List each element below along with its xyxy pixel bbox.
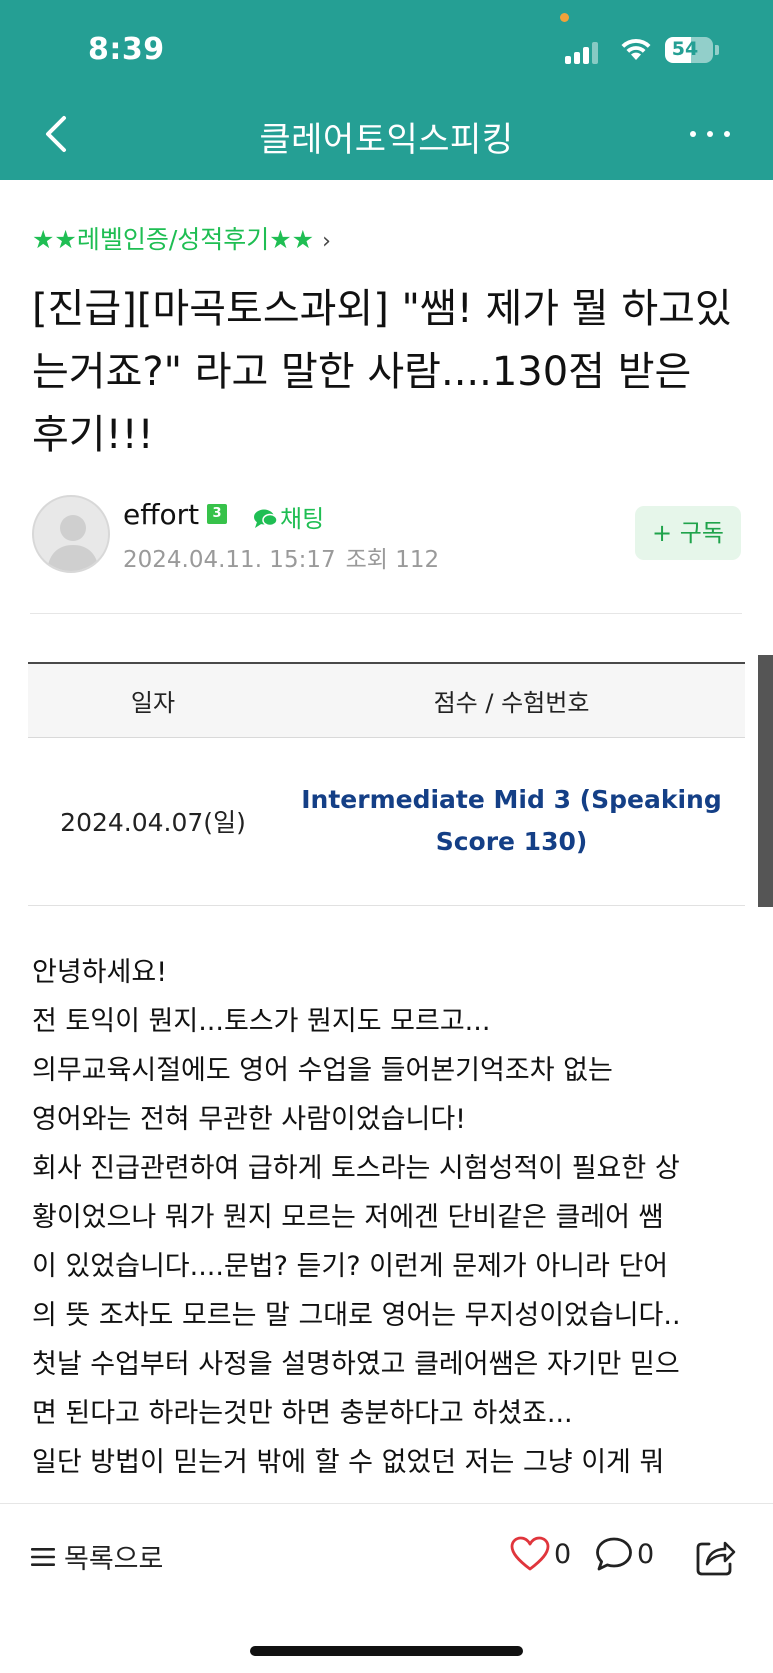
heart-icon [510,1536,550,1571]
privacy-indicator-dot [560,13,569,22]
back-to-list-label: 목록으로 [64,1544,164,1575]
column-header-date: 일자 [28,662,278,738]
body-line: 황이었으나 뭐가 뭔지 모르는 저에겐 단비같은 클레어 쌤 [32,1202,664,1233]
share-icon[interactable] [693,1534,737,1578]
more-options-button[interactable] [690,128,734,142]
board-category-label: ★★레벨인증/성적후기★★ [32,225,315,254]
body-line: 회사 진급관련하여 급하게 토스라는 시험성적이 필요한 상 [32,1153,680,1184]
post-body: 안녕하세요! 전 토익이 뭔지...토스가 뭔지도 모르고... 의무교육시절에… [32,948,744,1487]
like-count: 0 [554,1538,572,1570]
body-line: 전 토익이 뭔지...토스가 뭔지도 모르고... [32,1006,491,1037]
chat-label: 채팅 [280,505,325,533]
battery-level: 54 [671,38,699,60]
table-header-row: 일자 점수 / 수험번호 [28,662,745,738]
score-cell: Intermediate Mid 3 (Speaking Score 130) [278,737,745,906]
body-line: 의 뜻 조차도 모르는 말 그대로 영어는 무지성이었습니다.. [32,1300,681,1331]
chevron-right-icon: › [322,229,331,254]
board-category-link[interactable]: ★★레벨인증/성적후기★★ › [32,220,331,256]
score-table: 일자 점수 / 수험번호 2024.04.07(일) Intermediate … [28,662,745,906]
body-line: 영어와는 전혀 무관한 사람이었습니다! [32,1104,467,1135]
home-indicator[interactable] [250,1646,523,1656]
wifi-icon [621,38,651,60]
back-button[interactable] [38,112,74,156]
author-name[interactable]: effort [123,498,199,531]
body-line: 일단 방법이 믿는거 밖에 할 수 없었던 저는 그냥 이게 뭐 [32,1447,665,1478]
like-button[interactable]: 0 [510,1536,571,1572]
column-header-score: 점수 / 수험번호 [278,662,745,738]
post-datetime: 2024.04.11. 15:17 [123,547,336,573]
post-meta: 2024.04.11. 15:17 조회 112 [123,540,439,574]
status-time: 8:39 [88,32,165,67]
chat-button[interactable]: 채팅 [252,499,324,534]
subscribe-button[interactable]: + 구독 [635,506,741,560]
back-to-list-button[interactable]: 목록으로 [30,1537,163,1577]
bottom-toolbar: 목록으로 0 0 [0,1503,773,1673]
divider [30,613,742,614]
body-line: 이 있었습니다....문법? 듣기? 이런게 문제가 아니라 단어 [32,1251,669,1282]
comment-count: 0 [637,1538,655,1570]
view-count: 조회 112 [345,547,440,573]
body-line: 안녕하세요! [32,957,168,988]
table-row: 2024.04.07(일) Intermediate Mid 3 (Speaki… [28,737,745,906]
comment-button[interactable]: 0 [595,1536,654,1572]
default-avatar-icon [47,515,99,571]
comment-bubble-icon [596,1537,632,1571]
body-line: 첫날 수업부터 사정을 설명하였고 클레어쌤은 자기만 믿으 [32,1349,680,1380]
exam-date-cell: 2024.04.07(일) [28,737,278,906]
body-line: 의무교육시절에도 영어 수업을 들어본기억조차 없는 [32,1055,613,1086]
author-avatar[interactable] [32,495,110,573]
cafe-title: 클레어토익스피킹 [259,120,514,160]
battery-icon: 54 [665,37,713,63]
chat-bubble-icon [254,509,278,528]
member-level-badge: 3 [207,504,227,524]
body-line: 면 된다고 하라는것만 하면 충분하다고 하셨죠... [32,1398,573,1429]
app-header: 8:39 54 클레어토익스피킹 [0,0,773,180]
post-title: [진급][마곡토스과외] "쌤! 제가 뭘 하고있는거죠?" 라고 말한 사람.… [32,286,732,458]
cellular-signal-icon [565,42,601,64]
table-scrollbar[interactable] [758,655,773,907]
list-icon [31,1547,55,1566]
